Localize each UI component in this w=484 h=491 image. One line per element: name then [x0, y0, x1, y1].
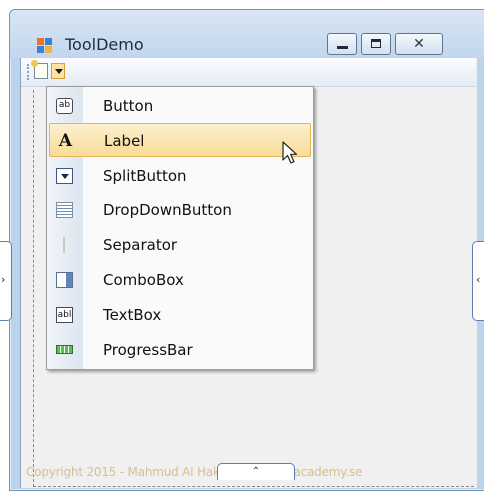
maximize-icon — [371, 39, 381, 48]
add-item-dropdown-button[interactable] — [51, 63, 65, 79]
maximize-button[interactable] — [361, 33, 391, 55]
menu-item-label: ProgressBar — [103, 341, 193, 359]
tool-strip — [21, 58, 476, 87]
dropdown-button-icon — [56, 202, 73, 218]
menu-item-progressbar[interactable]: ProgressBar — [49, 333, 311, 367]
title-bar[interactable]: ToolDemo ✕ — [10, 10, 484, 58]
add-item-dropdown-menu: ab Button A Label SplitButton DropDownBu… — [46, 86, 314, 370]
label-icon: A — [58, 131, 73, 151]
window-title: ToolDemo — [65, 35, 144, 54]
expand-up-icon: ⌃ — [251, 466, 261, 477]
copyright-watermark: Copyright 2015 - Mahmud Al Hakim www.web… — [26, 465, 363, 479]
toolbar-grip[interactable] — [27, 64, 31, 80]
new-item-icon[interactable] — [31, 60, 48, 79]
chevron-down-icon — [55, 69, 63, 74]
menu-item-label: ComboBox — [103, 271, 184, 289]
textbox-icon: abl — [56, 307, 73, 323]
menu-item-label: DropDownButton — [103, 201, 232, 219]
expand-left-icon: ‹ — [476, 273, 481, 286]
menu-item-label: TextBox — [103, 306, 162, 324]
mouse-pointer-icon — [282, 141, 298, 164]
bottom-resize-handle[interactable]: ⌃ — [217, 463, 295, 480]
right-resize-handle[interactable]: ‹ — [472, 241, 484, 321]
menu-item-dropdown-button[interactable]: DropDownButton — [49, 193, 311, 227]
split-button-icon — [56, 168, 73, 184]
app-icon — [37, 38, 53, 54]
menu-item-label: SplitButton — [103, 167, 187, 185]
menu-item-combobox[interactable]: ComboBox — [49, 263, 311, 297]
minimize-button[interactable] — [327, 33, 357, 55]
close-icon: ✕ — [413, 36, 425, 52]
menu-item-button[interactable]: ab Button — [49, 89, 311, 123]
menu-item-split-button[interactable]: SplitButton — [49, 159, 311, 193]
left-resize-handle[interactable]: › — [0, 241, 12, 321]
expand-right-icon: › — [1, 273, 6, 286]
minimize-icon — [337, 46, 348, 49]
separator-icon — [63, 237, 65, 253]
menu-item-label: Label — [104, 132, 145, 150]
close-button[interactable]: ✕ — [395, 33, 443, 55]
menu-item-label-option[interactable]: A Label — [49, 123, 311, 157]
progressbar-icon — [56, 345, 73, 354]
menu-item-textbox[interactable]: abl TextBox — [49, 298, 311, 332]
button-icon: ab — [56, 98, 73, 114]
combobox-icon — [56, 272, 73, 288]
menu-item-label: Separator — [103, 236, 178, 254]
menu-item-separator[interactable]: Separator — [49, 228, 311, 262]
menu-item-label: Button — [103, 97, 154, 115]
